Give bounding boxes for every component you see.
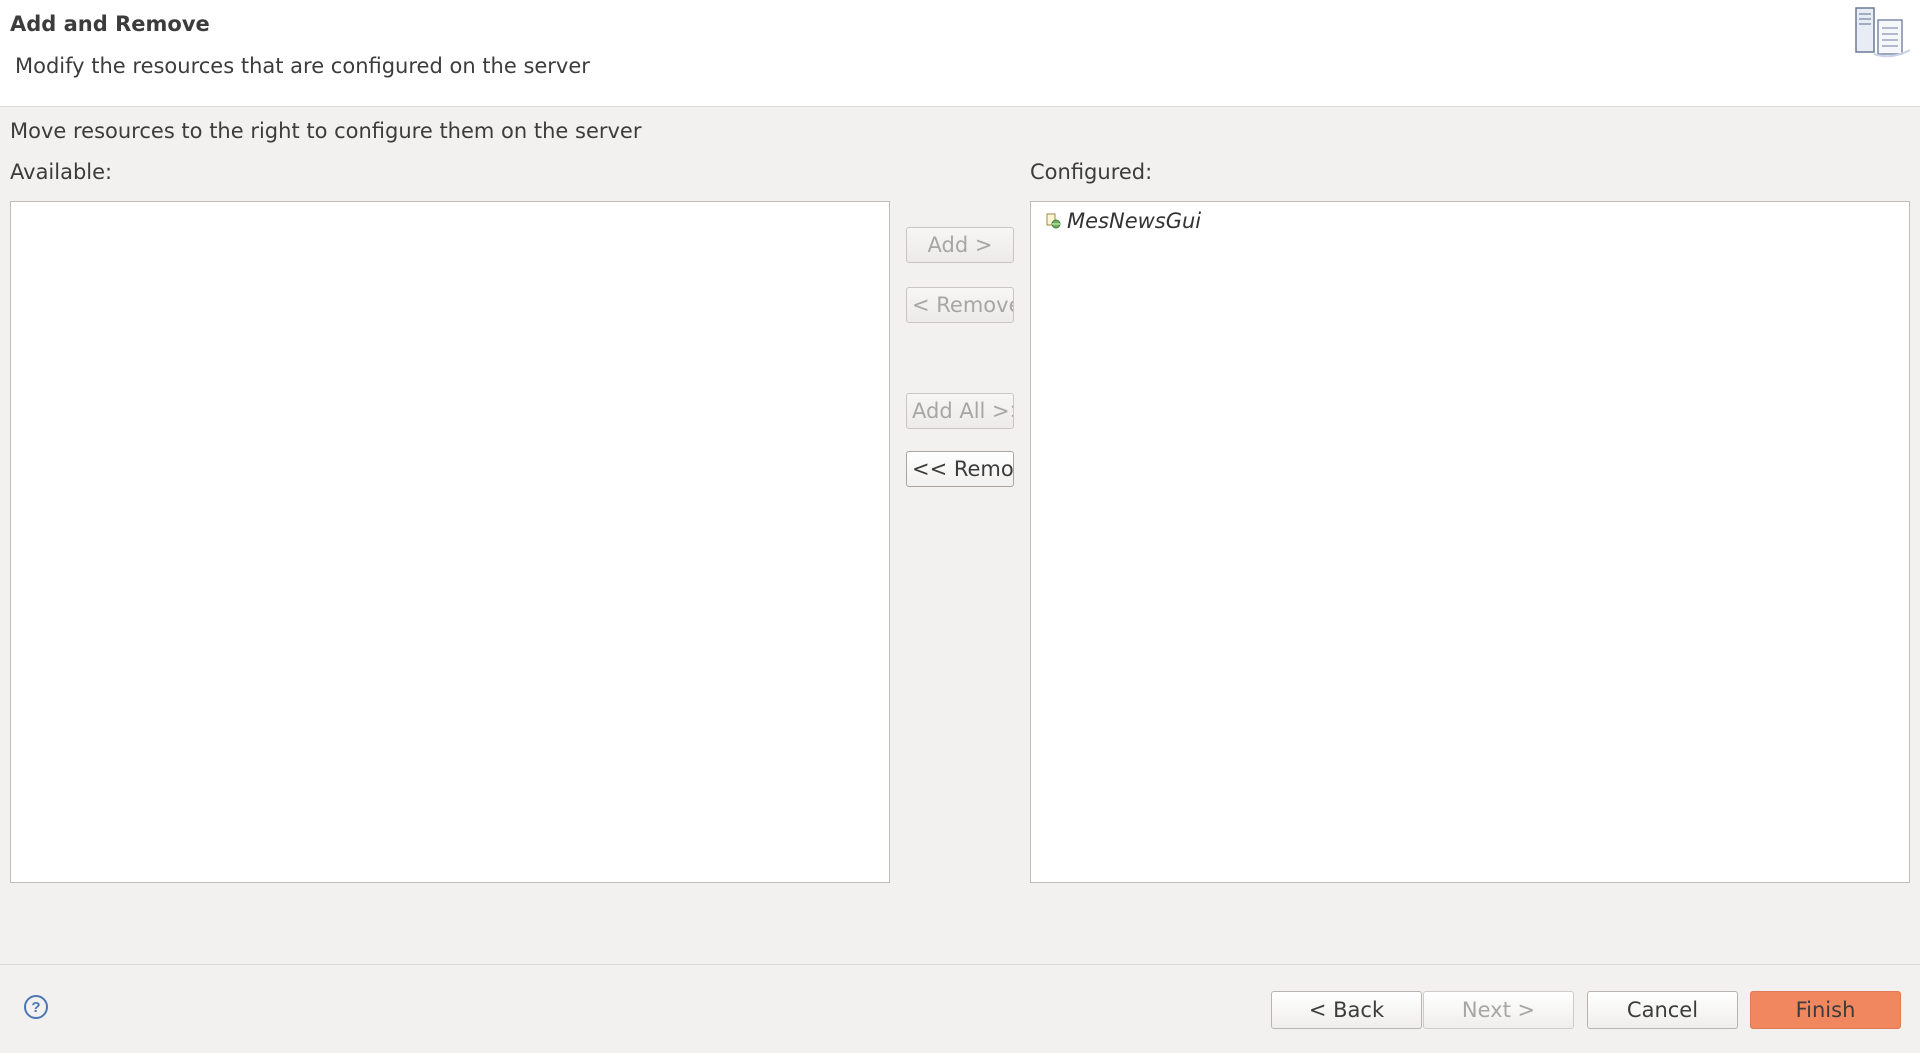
available-list[interactable] [10, 201, 890, 883]
server-icon [1855, 7, 1910, 58]
configured-label: Configured: [1030, 160, 1153, 184]
finish-button[interactable]: Finish [1750, 991, 1901, 1029]
available-label: Available: [10, 160, 113, 184]
instruction-text: Move resources to the right to configure… [10, 119, 642, 143]
web-module-icon [1046, 213, 1061, 229]
add-button[interactable]: Add > [906, 227, 1014, 263]
add-all-button[interactable]: Add All >> [906, 393, 1014, 429]
remove-button[interactable]: < Remove [906, 287, 1014, 323]
back-button[interactable]: < Back [1271, 991, 1422, 1029]
page-title: Add and Remove [10, 12, 210, 36]
footer-separator [0, 964, 1920, 965]
help-icon[interactable]: ? [24, 995, 48, 1019]
page-subtitle: Modify the resources that are configured… [15, 54, 590, 78]
list-item[interactable]: MesNewsGui [1045, 206, 1201, 236]
next-button[interactable]: Next > [1423, 991, 1574, 1029]
list-item-label: MesNewsGui [1067, 209, 1202, 233]
wizard-banner: Add and Remove Modify the resources that… [0, 0, 1920, 107]
cancel-button[interactable]: Cancel [1587, 991, 1738, 1029]
configured-list[interactable]: MesNewsGui [1030, 201, 1910, 883]
remove-all-button[interactable]: << Remove All [906, 451, 1014, 487]
